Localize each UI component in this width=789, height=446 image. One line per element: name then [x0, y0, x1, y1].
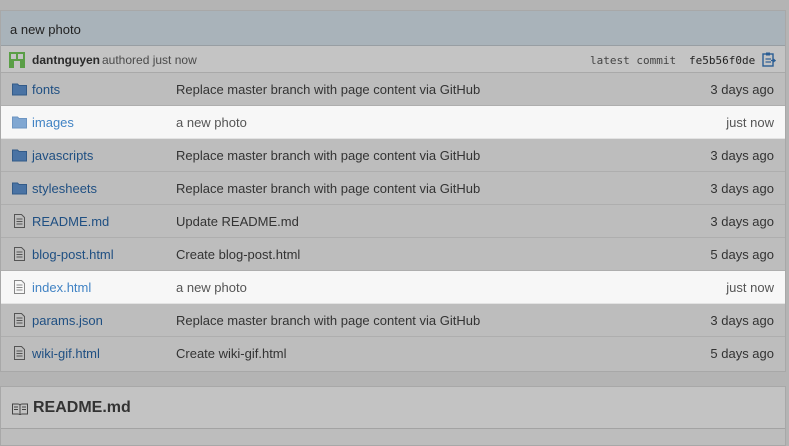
file-commit-message[interactable]: Create blog-post.html [176, 247, 300, 262]
avatar[interactable] [9, 52, 25, 68]
commit-sha-link[interactable]: fe5b56f0de [689, 54, 755, 67]
folder-icon [12, 182, 27, 195]
book-icon [12, 403, 28, 415]
file-age: 3 days ago [710, 148, 774, 163]
readme-header: README.md [1, 387, 785, 429]
commit-title-bar: a new photo [1, 11, 785, 46]
file-row[interactable]: stylesheets Replace master branch with p… [1, 172, 785, 205]
latest-commit-label: latest commit [590, 54, 677, 67]
file-commit-message[interactable]: Create wiki-gif.html [176, 346, 287, 361]
folder-icon [12, 149, 27, 162]
file-commit-message[interactable]: a new photo [176, 280, 247, 295]
file-icon [14, 280, 25, 294]
file-icon [14, 313, 25, 327]
commit-title[interactable]: a new photo [10, 22, 81, 37]
commit-meta-bar: dantnguyen authored just now latest comm… [1, 46, 785, 73]
file-icon [14, 346, 25, 360]
file-icon [14, 247, 25, 261]
commit-authored-text: authored just now [102, 53, 197, 67]
clipboard-icon[interactable] [762, 52, 776, 67]
commit-author[interactable]: dantnguyen [32, 53, 100, 67]
file-commit-message[interactable]: Update README.md [176, 214, 299, 229]
file-row[interactable]: wiki-gif.html Create wiki-gif.html 5 day… [1, 337, 785, 370]
file-age: 5 days ago [710, 346, 774, 361]
file-commit-message[interactable]: Replace master branch with page content … [176, 181, 480, 196]
file-name-link[interactable]: blog-post.html [32, 247, 114, 262]
file-commit-message[interactable]: a new photo [176, 115, 247, 130]
folder-icon [12, 116, 27, 129]
file-row[interactable]: blog-post.html Create blog-post.html 5 d… [1, 238, 785, 271]
file-name-link[interactable]: fonts [32, 82, 60, 97]
file-name-link[interactable]: images [32, 115, 74, 130]
folder-icon [12, 83, 27, 96]
file-name-link[interactable]: README.md [32, 214, 109, 229]
file-icon [14, 214, 25, 228]
file-commit-message[interactable]: Replace master branch with page content … [176, 82, 480, 97]
file-commit-message[interactable]: Replace master branch with page content … [176, 148, 480, 163]
file-commit-message[interactable]: Replace master branch with page content … [176, 313, 480, 328]
file-row[interactable]: README.md Update README.md 3 days ago [1, 205, 785, 238]
file-browser: a new photo dantnguyen authored just now… [0, 10, 786, 372]
file-age: 3 days ago [710, 82, 774, 97]
readme-title: README.md [33, 399, 131, 416]
file-row[interactable]: params.json Replace master branch with p… [1, 304, 785, 337]
file-row[interactable]: fonts Replace master branch with page co… [1, 73, 785, 106]
file-age: 3 days ago [710, 181, 774, 196]
file-age: 5 days ago [710, 247, 774, 262]
file-name-link[interactable]: wiki-gif.html [32, 346, 100, 361]
file-row[interactable]: index.html a new photo just now [1, 271, 785, 304]
file-row[interactable]: javascripts Replace master branch with p… [1, 139, 785, 172]
file-age: just now [726, 280, 774, 295]
file-age: 3 days ago [710, 313, 774, 328]
file-age: 3 days ago [710, 214, 774, 229]
file-name-link[interactable]: params.json [32, 313, 103, 328]
file-age: just now [726, 115, 774, 130]
readme-panel: README.md [0, 386, 786, 446]
file-name-link[interactable]: stylesheets [32, 181, 97, 196]
file-name-link[interactable]: javascripts [32, 148, 93, 163]
file-name-link[interactable]: index.html [32, 280, 91, 295]
file-row[interactable]: images a new photo just now [1, 106, 785, 139]
